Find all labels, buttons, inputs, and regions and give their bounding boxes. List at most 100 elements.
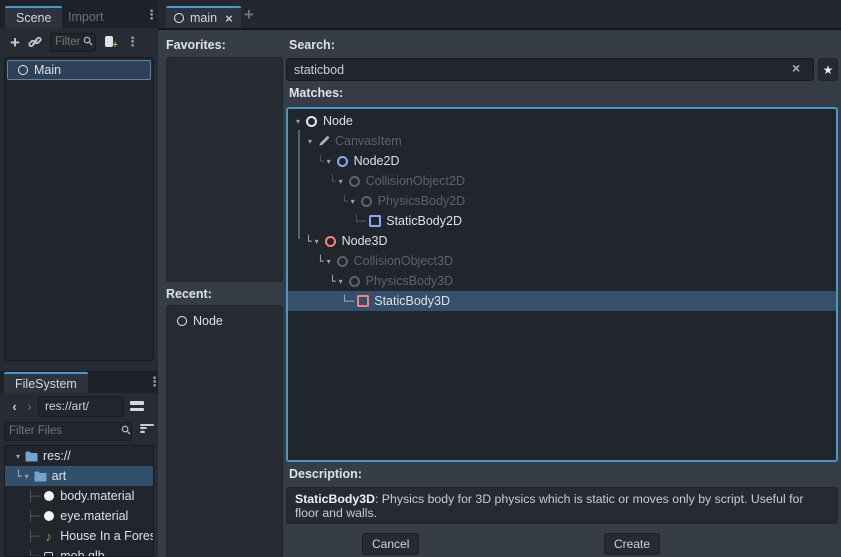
- match-label: StaticBody2D: [386, 214, 462, 228]
- scene-tree-row-main[interactable]: Main: [7, 60, 151, 80]
- match-row-collisionobject2d[interactable]: └ ▾ CollisionObject2D: [288, 171, 836, 191]
- left-dock-column: Scene Import ⋮ + + ⋮: [0, 0, 158, 557]
- main-area: main × + Favorites: Recent: Node Search:…: [158, 0, 841, 557]
- chevron-down-icon[interactable]: ▾: [293, 117, 303, 126]
- clear-search-icon[interactable]: ×: [792, 60, 800, 76]
- create-button[interactable]: Create: [604, 533, 660, 555]
- favorite-toggle-button[interactable]: ★: [818, 58, 838, 81]
- tree-connector: └: [329, 276, 336, 287]
- match-row-physicsbody2d[interactable]: └ ▾ PhysicsBody2D: [288, 191, 836, 211]
- match-row-staticbody2d[interactable]: └─ StaticBody2D: [288, 211, 836, 231]
- scene-tab-label: main: [190, 11, 217, 25]
- tree-connector: └─: [341, 296, 354, 307]
- fs-label: body.material: [60, 489, 134, 503]
- fs-row-eye-material[interactable]: ├─ eye.material: [5, 506, 153, 526]
- chevron-down-icon[interactable]: ▾: [336, 277, 346, 286]
- attach-script-icon[interactable]: +: [104, 35, 116, 49]
- script-plus-glyph: +: [112, 41, 118, 51]
- tree-connector: └: [15, 471, 22, 482]
- match-row-node[interactable]: ▾ Node: [288, 111, 836, 131]
- node-icon: [16, 64, 29, 77]
- fs-row-res[interactable]: ▾ res://: [5, 446, 153, 466]
- chevron-down-icon[interactable]: ▾: [22, 472, 32, 481]
- match-row-staticbody3d[interactable]: └─ StaticBody3D: [288, 291, 836, 311]
- favorites-label: Favorites:: [166, 38, 226, 52]
- description-term: StaticBody3D: [295, 492, 375, 506]
- filesystem-tree: ▾ res:// └ ▾ art ├─ bod: [4, 445, 154, 557]
- tab-scene[interactable]: Scene: [5, 6, 62, 28]
- instance-scene-icon[interactable]: [28, 35, 42, 49]
- match-row-canvasitem[interactable]: ▾ CanvasItem: [288, 131, 836, 151]
- search-icon: [121, 422, 131, 440]
- fs-row-art[interactable]: └ ▾ art: [5, 466, 153, 486]
- filesystem-filter-input[interactable]: [4, 422, 132, 441]
- filesystem-filterbar: ↓: [4, 421, 154, 441]
- matches-label: Matches:: [289, 86, 343, 100]
- fs-row-body-material[interactable]: ├─ body.material: [5, 486, 153, 506]
- mesh-file-icon: [42, 550, 55, 557]
- scene-toolbar: + + ⋮: [0, 28, 158, 56]
- node2d-icon: [336, 155, 349, 168]
- chevron-down-icon[interactable]: ▾: [324, 157, 334, 166]
- history-forward-icon[interactable]: ›: [23, 399, 36, 414]
- scene-toolbar-menu-icon[interactable]: ⋮: [126, 36, 139, 49]
- scene-node-label: Main: [34, 63, 61, 77]
- tree-connector: └: [317, 256, 324, 267]
- fs-label: mob.glb: [60, 549, 104, 557]
- scene-dock-menu-icon[interactable]: ⋮: [145, 9, 158, 22]
- new-scene-tab-icon[interactable]: +: [244, 6, 254, 23]
- recent-list: Node: [166, 305, 283, 557]
- physicsbody3d-icon: [348, 275, 361, 288]
- search-input[interactable]: [286, 58, 814, 81]
- node3d-icon: [324, 235, 337, 248]
- history-back-icon[interactable]: ‹: [8, 399, 21, 414]
- toggle-split-mode-icon[interactable]: [130, 401, 144, 411]
- node-icon: [175, 315, 188, 328]
- tab-import[interactable]: Import: [57, 6, 114, 28]
- tab-scene-label: Scene: [16, 11, 51, 25]
- add-node-icon[interactable]: +: [10, 34, 20, 51]
- tab-filesystem-label: FileSystem: [15, 377, 77, 391]
- tab-filesystem[interactable]: FileSystem: [4, 372, 88, 393]
- fs-row-audio[interactable]: ├─ ♪ House In a Forest Lo: [5, 526, 153, 546]
- match-label: CanvasItem: [335, 134, 402, 148]
- search-label: Search:: [289, 38, 335, 52]
- scene-tabs-bar: main × +: [158, 0, 841, 30]
- recent-item-node[interactable]: Node: [167, 311, 282, 331]
- tree-connector: ├─: [27, 531, 40, 542]
- recent-label: Recent:: [166, 287, 212, 301]
- chevron-down-icon[interactable]: ▾: [305, 137, 315, 146]
- chevron-down-icon[interactable]: ▾: [336, 177, 346, 186]
- tab-import-label: Import: [68, 10, 103, 24]
- material-icon: [42, 490, 55, 503]
- chevron-down-icon[interactable]: ▾: [13, 452, 23, 461]
- match-row-physicsbody3d[interactable]: └ ▾ PhysicsBody3D: [288, 271, 836, 291]
- chevron-down-icon[interactable]: ▾: [324, 257, 334, 266]
- tab-scene-main[interactable]: main ×: [166, 6, 241, 28]
- tree-connector: └: [317, 156, 324, 167]
- match-row-node3d[interactable]: └ ▾ Node3D: [288, 231, 836, 251]
- sort-files-icon[interactable]: ↓: [140, 425, 154, 438]
- chevron-down-icon[interactable]: ▾: [348, 197, 358, 206]
- description-box: StaticBody3D: Physics body for 3D physic…: [286, 487, 838, 524]
- tree-connector: └: [305, 236, 312, 247]
- match-label: PhysicsBody2D: [378, 194, 466, 208]
- canvasitem-icon: [317, 135, 330, 148]
- close-icon[interactable]: ×: [225, 11, 233, 26]
- match-label: CollisionObject3D: [354, 254, 453, 268]
- scene-icon: [174, 13, 184, 23]
- fs-row-mob-glb[interactable]: ├─ mob.glb: [5, 546, 153, 557]
- tree-connector: ├─: [27, 491, 40, 502]
- favorites-list: [166, 57, 283, 282]
- collisionobject3d-icon: [336, 255, 349, 268]
- chevron-down-icon[interactable]: ▾: [312, 237, 322, 246]
- filesystem-path[interactable]: res://art/: [38, 396, 124, 417]
- cancel-button[interactable]: Cancel: [362, 533, 419, 555]
- match-row-node2d[interactable]: └ ▾ Node2D: [288, 151, 836, 171]
- tree-connector: ├─: [27, 511, 40, 522]
- match-row-collisionobject3d[interactable]: └ ▾ CollisionObject3D: [288, 251, 836, 271]
- filesystem-path-text: res://art/: [45, 399, 89, 413]
- recent-item-label: Node: [193, 314, 223, 328]
- staticbody3d-icon: [356, 295, 369, 308]
- fs-label: res://: [43, 449, 71, 463]
